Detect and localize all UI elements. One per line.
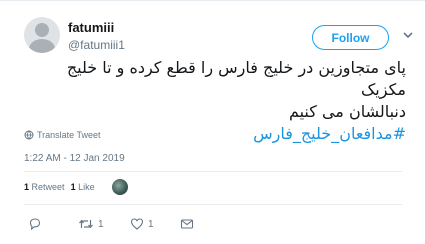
reply-button[interactable]: [28, 217, 46, 231]
reply-icon: [29, 218, 41, 231]
engagement-stats: 1 Retweet 1 Like: [24, 182, 95, 192]
retweet-count: 1: [98, 218, 104, 230]
translate-tweet-link[interactable]: Translate Tweet: [24, 130, 101, 140]
direct-message-button[interactable]: [180, 217, 194, 231]
heart-icon: [130, 218, 144, 230]
likes-stat[interactable]: 1 Like: [71, 182, 95, 192]
retweet-button[interactable]: 1: [78, 217, 104, 231]
liker-avatar[interactable]: [112, 179, 128, 195]
divider: [24, 171, 402, 172]
display-name[interactable]: fatumiii: [68, 20, 114, 35]
globe-icon: [24, 130, 34, 140]
translate-tweet-label: Translate Tweet: [37, 130, 101, 140]
divider: [24, 204, 402, 205]
tweet-timestamp[interactable]: 1:22 AM - 12 Jan 2019: [24, 153, 125, 164]
avatar-body-shape: [29, 39, 55, 53]
tweet-text-line: دنبالشان می کنیم: [288, 102, 406, 121]
avatar[interactable]: [24, 17, 60, 53]
like-button[interactable]: 1: [130, 217, 154, 231]
envelope-icon: [180, 219, 194, 229]
retweets-stat[interactable]: 1 Retweet: [24, 182, 65, 192]
avatar-head-shape: [35, 23, 49, 37]
chevron-down-icon[interactable]: [401, 28, 415, 42]
tweet-actions: 1 1: [0, 217, 425, 235]
retweet-icon: [79, 219, 93, 229]
follow-button[interactable]: Follow: [312, 25, 389, 50]
user-handle[interactable]: @fatumiii1: [68, 38, 125, 52]
tweet-text-line: پای متجاوزین در خلیج فارس را قطع کرده و …: [66, 58, 406, 99]
like-count: 1: [148, 218, 154, 230]
tweet-card: fatumiii @fatumiii1 Follow پای متجاوزین …: [0, 0, 425, 244]
